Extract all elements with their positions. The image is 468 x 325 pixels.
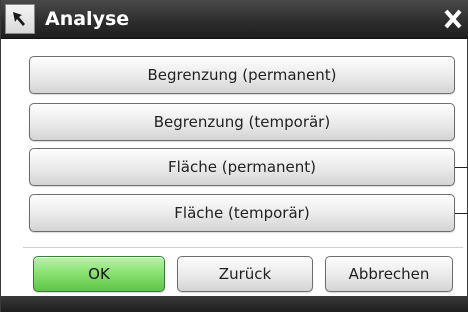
analyse-dialog: Analyse Begrenzung (permanent) Begrenzun… [0, 0, 468, 312]
back-button[interactable]: Zurück [177, 256, 313, 292]
bottom-bar [1, 296, 468, 312]
area-temporary-button[interactable]: Fläche (temporär) [29, 194, 455, 232]
connector-line [455, 167, 468, 168]
connector-line [455, 213, 468, 214]
area-permanent-button[interactable]: Fläche (permanent) [29, 148, 455, 186]
ok-button[interactable]: OK [33, 256, 165, 292]
separator [23, 247, 463, 249]
cancel-button[interactable]: Abbrechen [325, 256, 453, 292]
close-icon[interactable] [437, 2, 468, 36]
arrow-pointer-icon [5, 4, 35, 34]
window-title: Analyse [45, 8, 130, 30]
boundary-permanent-button[interactable]: Begrenzung (permanent) [29, 56, 455, 94]
title-bar[interactable]: Analyse [1, 0, 468, 39]
boundary-temporary-button[interactable]: Begrenzung (temporär) [29, 103, 455, 141]
